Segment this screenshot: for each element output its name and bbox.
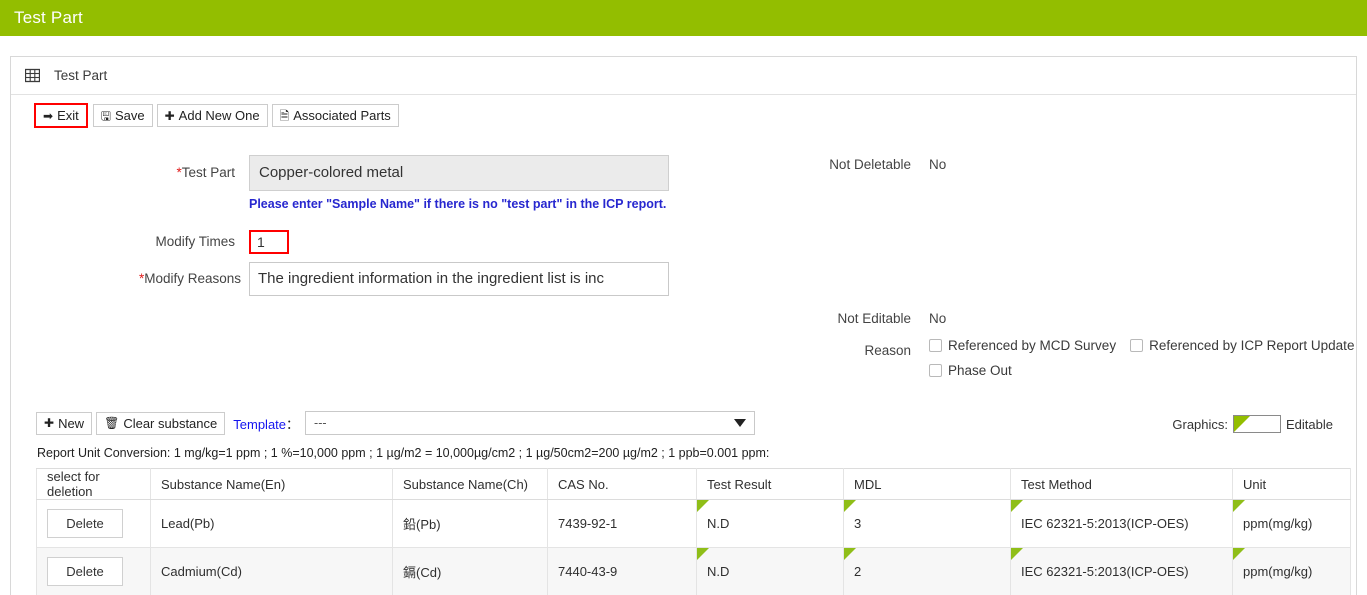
trash-icon: 🗑 [104, 416, 120, 430]
floppy-disk-icon: 🖫 [100, 108, 111, 123]
cell-mdl[interactable]: 3 [843, 499, 1011, 548]
not-deletable-value: No [929, 157, 947, 172]
cell-test-result[interactable]: N.D [696, 499, 844, 548]
checkbox-box-icon[interactable] [929, 338, 942, 352]
add-new-one-label: Add New One [178, 108, 260, 123]
chevron-down-icon [734, 419, 747, 427]
col-cas-no: CAS No. [547, 468, 697, 500]
cell-test-method[interactable]: IEC 62321-5:2013(ICP-OES) [1010, 499, 1233, 548]
checkbox-referenced-by-mcd-survey[interactable]: Referenced by MCD Survey [929, 338, 1116, 353]
test-part-label-text: Test Part [181, 165, 235, 180]
grid-icon [25, 68, 40, 83]
cell-cas-no: 7439-92-1 [547, 499, 697, 548]
reason-label: Reason [864, 343, 911, 358]
modify-reasons-label-text: Modify Reasons [144, 271, 242, 286]
template-selected-value: --- [314, 416, 327, 430]
graphics-legend: Graphics: Editable [1172, 415, 1333, 433]
col-mdl: MDL [843, 468, 1011, 500]
panel-header: Test Part [11, 57, 1356, 95]
checkbox-box-icon-2[interactable] [1130, 338, 1144, 352]
editable-swatch-icon [1233, 415, 1282, 433]
field-not-deletable: Not Deletable No [811, 155, 946, 175]
field-not-editable: Not Editable No [811, 309, 946, 329]
graphics-label: Graphics: [1172, 416, 1229, 432]
substance-table: select for deletion Substance Name(En) S… [36, 468, 1351, 595]
checkbox-phase-out[interactable]: Phase Out [929, 357, 1354, 383]
field-modify-reasons: *Modify Reasons The ingredient informati… [139, 262, 669, 296]
not-editable-value: No [929, 311, 947, 326]
plus-icon: ✚ [164, 108, 175, 123]
table-row: Delete Cadmium(Cd) 鎘(Cd) 7440-43-9 N.D 2… [36, 547, 1351, 595]
field-modify-times: Modify Times 1 [141, 230, 289, 254]
cell-name-ch: 鎘(Cd) [392, 547, 548, 595]
test-part-input[interactable]: Copper-colored metal [249, 155, 669, 191]
app-banner: Test Part [0, 0, 1367, 36]
col-test-method: Test Method [1010, 468, 1233, 500]
app-root: Test Part Test Part ➡ Exit 🖫 Save ✚ Add … [0, 0, 1367, 595]
cell-test-method[interactable]: IEC 62321-5:2013(ICP-OES) [1010, 547, 1233, 595]
col-test-result: Test Result [696, 468, 844, 500]
modify-times-input[interactable]: 1 [249, 230, 289, 254]
checkbox-label-phase-out: Phase Out [948, 362, 1012, 378]
cell-cas-no: 7440-43-9 [547, 547, 697, 595]
clear-substance-button[interactable]: 🗑 Clear substance [96, 411, 226, 435]
exit-button[interactable]: ➡ Exit [34, 103, 88, 128]
modify-times-label: Modify Times [155, 234, 235, 249]
unit-conversion-note: Report Unit Conversion: 1 mg/kg=1 ppm ; … [37, 446, 770, 460]
not-editable-label: Not Editable [837, 311, 911, 326]
cell-name-en: Lead(Pb) [150, 499, 393, 548]
cell-name-ch: 鉛(Pb) [392, 499, 548, 548]
template-label-text: Template [233, 416, 287, 432]
cell-test-result[interactable]: N.D [696, 547, 844, 595]
associated-parts-label: Associated Parts [293, 108, 391, 123]
test-part-hint: Please enter "Sample Name" if there is n… [249, 197, 667, 211]
table-row: Delete Lead(Pb) 鉛(Pb) 7439-92-1 N.D 3 IE… [36, 499, 1351, 548]
template-select[interactable]: --- [305, 411, 756, 435]
not-deletable-label: Not Deletable [829, 157, 911, 172]
delete-row-button[interactable]: Delete [47, 509, 123, 538]
cell-unit[interactable]: ppm(mg/kg) [1232, 547, 1351, 595]
cell-unit[interactable]: ppm(mg/kg) [1232, 499, 1351, 548]
modify-reasons-input[interactable]: The ingredient information in the ingred… [249, 262, 669, 296]
cell-select: Delete [36, 547, 151, 595]
col-substance-name-ch: Substance Name(Ch) [392, 468, 548, 500]
checkbox-label-mcd: Referenced by MCD Survey [948, 337, 1117, 353]
add-new-one-button[interactable]: ✚ Add New One [156, 104, 268, 127]
col-select-for-deletion: select for deletion [36, 468, 151, 500]
editable-label: Editable [1286, 416, 1333, 432]
template-label: Template： [233, 414, 299, 433]
exit-button-label: Exit [57, 108, 79, 123]
associated-parts-button[interactable]: 🗎 Associated Parts [271, 104, 399, 127]
document-icon: 🗎 [279, 108, 290, 123]
clear-substance-label: Clear substance [123, 415, 218, 431]
col-unit: Unit [1232, 468, 1351, 500]
test-part-label: *Test Part [141, 155, 235, 191]
col-substance-name-en: Substance Name(En) [150, 468, 393, 500]
save-button[interactable]: 🖫 Save [92, 104, 153, 127]
substance-toolbar: ✚ New 🗑 Clear substance Template： --- [36, 411, 756, 435]
field-reason: Reason Referenced by MCD Survey Referenc… [811, 333, 1354, 383]
cell-mdl[interactable]: 2 [843, 547, 1011, 595]
modify-reasons-label: *Modify Reasons [139, 262, 241, 296]
cell-select: Delete [36, 499, 151, 548]
template-colon: ： [286, 416, 300, 432]
action-toolbar: ➡ Exit 🖫 Save ✚ Add New One 🗎 Associated… [11, 95, 1356, 133]
exit-arrow-icon: ➡ [43, 108, 54, 123]
new-substance-label: New [58, 415, 85, 431]
form-area: *Test Part Copper-colored metal Please e… [11, 133, 1356, 388]
checkbox-referenced-by-icp-report-update[interactable]: Referenced by ICP Report Update [1130, 338, 1354, 353]
plus-icon-new: ✚ [44, 416, 55, 430]
app-title: Test Part [14, 8, 83, 27]
new-substance-button[interactable]: ✚ New [36, 411, 93, 435]
panel-title: Test Part [54, 68, 108, 83]
field-test-part: *Test Part Copper-colored metal Please e… [141, 155, 669, 211]
delete-row-button[interactable]: Delete [47, 557, 123, 586]
checkbox-label-icp: Referenced by ICP Report Update [1149, 337, 1355, 353]
checkbox-box-icon-3[interactable] [929, 363, 942, 377]
cell-name-en: Cadmium(Cd) [150, 547, 393, 595]
table-header-row: select for deletion Substance Name(En) S… [36, 468, 1351, 500]
save-button-label: Save [114, 108, 145, 123]
